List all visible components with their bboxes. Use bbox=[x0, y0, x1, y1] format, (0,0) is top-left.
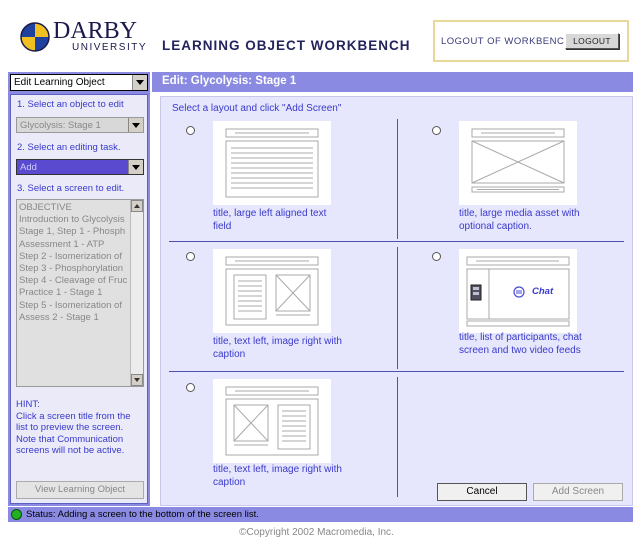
layout-4-thumbnail[interactable]: Chat bbox=[459, 249, 577, 333]
list-item[interactable]: OBJECTIVE bbox=[19, 202, 129, 214]
caption-line: title, text left, image right with bbox=[213, 464, 342, 475]
text-image-layout-icon bbox=[225, 256, 319, 326]
instructions-text: Select a layout and click "Add Screen" bbox=[172, 103, 342, 114]
app-header: DARBY UNIVERSITY LEARNING OBJECT WORKBEN… bbox=[0, 0, 633, 68]
layout-2-caption: title, large media asset with optional c… bbox=[459, 207, 580, 233]
chevron-down-icon[interactable] bbox=[128, 160, 143, 174]
logo-subtitle: UNIVERSITY bbox=[72, 42, 148, 53]
object-select[interactable]: Glycolysis: Stage 1 bbox=[16, 117, 144, 133]
caption-line: caption bbox=[213, 349, 246, 360]
hint-title: HINT: bbox=[16, 399, 40, 410]
layout-1-caption: title, large left aligned text field bbox=[213, 207, 326, 233]
list-item[interactable]: Step 4 - Cleavage of Fruc bbox=[19, 275, 129, 287]
divider bbox=[397, 119, 398, 239]
caption-line: field bbox=[213, 221, 232, 232]
screen-list-scrollbar[interactable] bbox=[130, 200, 143, 386]
logout-label: LOGOUT OF WORKBENCH bbox=[441, 36, 572, 47]
list-item[interactable]: Step 5 - Isomerization of bbox=[19, 300, 129, 312]
layout-5-radio[interactable] bbox=[186, 383, 195, 392]
layout-5-thumbnail[interactable] bbox=[213, 379, 331, 463]
caption-line: title, large left aligned text bbox=[213, 208, 327, 219]
status-ok-icon bbox=[11, 509, 22, 520]
mode-select-value: Edit Learning Object bbox=[14, 77, 105, 88]
layout-1-radio[interactable] bbox=[186, 126, 195, 135]
add-screen-button[interactable]: Add Screen bbox=[533, 483, 623, 501]
layout-2-radio[interactable] bbox=[432, 126, 441, 135]
status-text: Status: Adding a screen to the bottom of… bbox=[26, 509, 259, 520]
cancel-button[interactable]: Cancel bbox=[437, 483, 527, 501]
layout-1-thumbnail[interactable] bbox=[213, 121, 331, 205]
layout-2-thumbnail[interactable] bbox=[459, 121, 577, 205]
page-title: Edit: Glycolysis: Stage 1 bbox=[162, 75, 297, 87]
mode-select[interactable]: Edit Learning Object bbox=[10, 74, 148, 91]
left-panel-body: 1. Select an object to edit Glycolysis: … bbox=[10, 94, 148, 504]
layout-4-caption: title, list of participants, chat screen… bbox=[459, 331, 582, 357]
layout-3-caption: title, text left, image right with capti… bbox=[213, 335, 342, 361]
layout-5-caption: title, text left, image right with capti… bbox=[213, 463, 342, 489]
list-item[interactable]: Practice 1 - Stage 1 bbox=[19, 287, 129, 299]
divider bbox=[169, 241, 624, 242]
list-item[interactable]: Assessment 1 - ATP bbox=[19, 239, 129, 251]
logo-word: DARBY bbox=[53, 18, 138, 44]
caption-line: title, text left, image right with bbox=[213, 336, 342, 347]
caption-line: title, list of participants, chat bbox=[459, 332, 582, 343]
image-text-layout-icon bbox=[225, 386, 319, 456]
scroll-down-icon[interactable] bbox=[131, 374, 143, 386]
screen-list[interactable]: OBJECTIVE Introduction to Glycolysis Sta… bbox=[16, 199, 144, 387]
media-layout-icon bbox=[471, 128, 565, 193]
layout-4-radio[interactable] bbox=[432, 252, 441, 261]
step3-label: 3. Select a screen to edit. bbox=[17, 183, 125, 194]
text-layout-icon bbox=[225, 128, 319, 198]
step2-label: 2. Select an editing task. bbox=[17, 142, 121, 153]
hint-body: Click a screen title from the list to pr… bbox=[16, 410, 131, 457]
layout-3-thumbnail[interactable] bbox=[213, 249, 331, 333]
main-title-bar: Edit: Glycolysis: Stage 1 bbox=[152, 72, 633, 92]
caption-line: caption bbox=[213, 477, 246, 488]
layout-picker: Select a layout and click "Add Screen" t… bbox=[160, 96, 633, 506]
task-select[interactable]: Add bbox=[16, 159, 144, 175]
app-title: LEARNING OBJECT WORKBENCH bbox=[162, 38, 411, 53]
caption-line: optional caption. bbox=[459, 221, 532, 232]
darby-logo: DARBY UNIVERSITY bbox=[20, 18, 146, 53]
divider bbox=[169, 371, 624, 372]
caption-line: title, large media asset with bbox=[459, 208, 580, 219]
list-item[interactable]: Step 3 - Phosphorylation bbox=[19, 263, 129, 275]
scroll-up-icon[interactable] bbox=[131, 200, 143, 212]
task-select-value: Add bbox=[20, 162, 37, 173]
chevron-down-icon[interactable] bbox=[128, 118, 143, 132]
step1-label: 1. Select an object to edit bbox=[17, 99, 124, 110]
chevron-down-icon[interactable] bbox=[132, 75, 147, 90]
object-select-value: Glycolysis: Stage 1 bbox=[20, 120, 101, 131]
list-item[interactable]: Step 2 - Isomerization of bbox=[19, 251, 129, 263]
list-item[interactable]: Assess 2 - Stage 1 bbox=[19, 312, 129, 324]
divider bbox=[397, 247, 398, 369]
list-item[interactable]: Introduction to Glycolysis bbox=[19, 214, 129, 226]
view-learning-object-button[interactable]: View Learning Object bbox=[16, 481, 144, 499]
left-panel: Edit Learning Object 1. Select an object… bbox=[8, 72, 150, 506]
chat-label: Chat bbox=[532, 286, 554, 297]
layout-3-radio[interactable] bbox=[186, 252, 195, 261]
logout-panel: LOGOUT OF WORKBENCH LOGOUT bbox=[433, 20, 629, 62]
caption-line: screen and two video feeds bbox=[459, 345, 581, 356]
logo-ball-icon bbox=[20, 22, 50, 52]
copyright: ©Copyright 2002 Macromedia, Inc. bbox=[239, 527, 394, 538]
logout-button[interactable]: LOGOUT bbox=[565, 33, 619, 49]
chat-layout-icon bbox=[466, 256, 570, 327]
list-item[interactable]: Stage 1, Step 1 - Phosph bbox=[19, 226, 129, 238]
hint-text: HINT: Click a screen title from the list… bbox=[16, 399, 144, 457]
status-bar: Status: Adding a screen to the bottom of… bbox=[8, 507, 633, 522]
divider bbox=[397, 377, 398, 497]
